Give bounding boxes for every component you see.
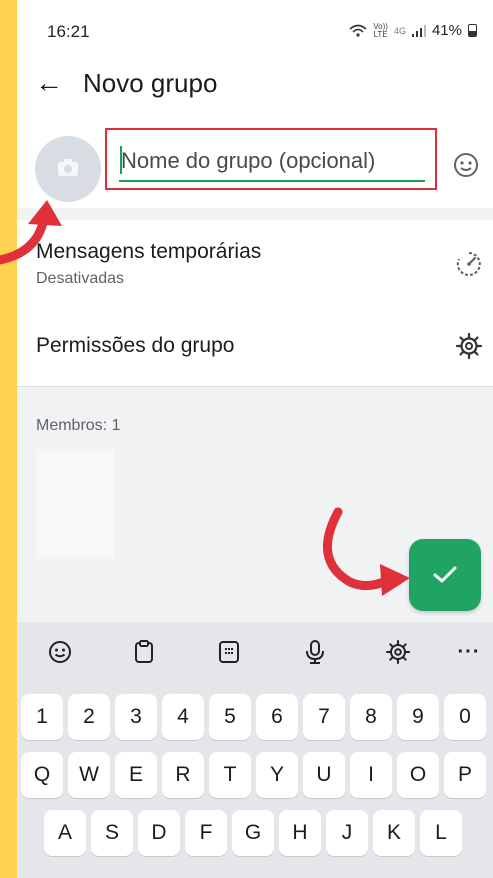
- mic-icon[interactable]: [301, 638, 329, 666]
- key-6[interactable]: 6: [256, 694, 298, 740]
- key-u[interactable]: U: [303, 752, 345, 798]
- volte-bottom: LTE: [373, 29, 388, 39]
- key-3[interactable]: 3: [115, 694, 157, 740]
- key-k[interactable]: K: [373, 810, 415, 856]
- status-bar: 16:21 Vo)) LTE 4G 41%: [17, 0, 493, 60]
- phone-screen: 16:21 Vo)) LTE 4G 41% ← Novo grupo Nome …: [17, 0, 493, 878]
- page-title: Novo grupo: [83, 68, 218, 98]
- back-arrow-icon[interactable]: ←: [35, 66, 63, 100]
- create-group-button[interactable]: [409, 539, 481, 611]
- key-8[interactable]: 8: [350, 694, 392, 740]
- group-permissions-option[interactable]: Permissões do grupo: [17, 308, 493, 386]
- key-e[interactable]: E: [115, 752, 157, 798]
- emoji-icon[interactable]: [46, 638, 74, 666]
- key-o[interactable]: O: [397, 752, 439, 798]
- key-f[interactable]: F: [185, 810, 227, 856]
- key-j[interactable]: J: [326, 810, 368, 856]
- option-label: Permissões do grupo: [36, 334, 235, 357]
- key-2[interactable]: 2: [68, 694, 110, 740]
- wifi-icon: [349, 24, 367, 37]
- section-divider: [17, 208, 493, 220]
- member-item[interactable]: [36, 449, 114, 559]
- keyboard: ··· 1234567890 QWERTYUIOP ASDFGHJKL: [17, 622, 493, 878]
- members-section: Membros: 1: [17, 386, 493, 623]
- key-r[interactable]: R: [162, 752, 204, 798]
- status-icons: Vo)) LTE 4G 41%: [349, 22, 477, 39]
- camera-icon: [58, 159, 78, 176]
- key-t[interactable]: T: [209, 752, 251, 798]
- clipboard-icon[interactable]: [130, 638, 158, 666]
- members-count: Membros: 1: [36, 417, 121, 434]
- key-l[interactable]: L: [420, 810, 462, 856]
- network-type: 4G: [393, 25, 406, 36]
- settings-icon[interactable]: [384, 638, 412, 666]
- battery-percent: 41%: [431, 22, 462, 39]
- status-time: 16:21: [47, 22, 90, 41]
- timer-icon: [456, 252, 481, 276]
- key-y[interactable]: Y: [256, 752, 298, 798]
- emoji-icon[interactable]: [453, 152, 479, 178]
- gear-icon: [455, 332, 483, 360]
- input-underline: [119, 180, 425, 182]
- key-s[interactable]: S: [91, 810, 133, 856]
- volte-badge: Vo)) LTE: [373, 22, 388, 39]
- signal-icon: [411, 24, 426, 37]
- key-1[interactable]: 1: [21, 694, 63, 740]
- key-w[interactable]: W: [68, 752, 110, 798]
- more-options-icon[interactable]: ···: [455, 638, 483, 666]
- key-h[interactable]: H: [279, 810, 321, 856]
- battery-icon: [468, 24, 477, 37]
- text-cursor: [120, 146, 122, 174]
- check-icon: [433, 566, 457, 583]
- key-q[interactable]: Q: [21, 752, 63, 798]
- key-4[interactable]: 4: [162, 694, 204, 740]
- group-name-row: [17, 118, 493, 210]
- key-d[interactable]: D: [138, 810, 180, 856]
- app-bar: ← Novo grupo: [17, 60, 493, 110]
- group-name-input[interactable]: [119, 144, 421, 178]
- key-9[interactable]: 9: [397, 694, 439, 740]
- option-sublabel: Desativadas: [36, 270, 125, 287]
- key-g[interactable]: G: [232, 810, 274, 856]
- disappearing-messages-option[interactable]: Mensagens temporárias Desativadas: [17, 220, 493, 308]
- key-0[interactable]: 0: [444, 694, 486, 740]
- key-i[interactable]: I: [350, 752, 392, 798]
- keyboard-toolbar: ···: [17, 622, 493, 682]
- option-label: Mensagens temporárias: [36, 240, 262, 263]
- group-name-highlight-box: [105, 128, 437, 190]
- key-a[interactable]: A: [44, 810, 86, 856]
- key-p[interactable]: P: [444, 752, 486, 798]
- key-5[interactable]: 5: [209, 694, 251, 740]
- key-7[interactable]: 7: [303, 694, 345, 740]
- keypad-icon[interactable]: [215, 638, 243, 666]
- group-photo-button[interactable]: [35, 136, 101, 202]
